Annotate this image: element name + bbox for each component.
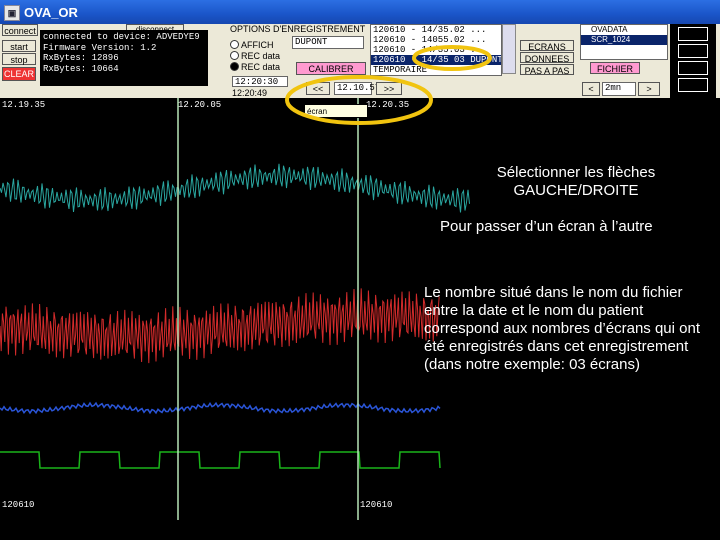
highlight-ellipse-arrows (285, 75, 433, 125)
highlight-overlay (285, 45, 492, 125)
note-arrows-title: Sélectionner les flèches GAUCHE/DROITE (496, 164, 656, 199)
note-body: Le nombre situé dans le nom du fichier e… (424, 284, 700, 373)
highlight-ellipse-file (412, 45, 492, 71)
note-arrows-sub: Pour passer d’un écran à l’autre (440, 218, 653, 235)
